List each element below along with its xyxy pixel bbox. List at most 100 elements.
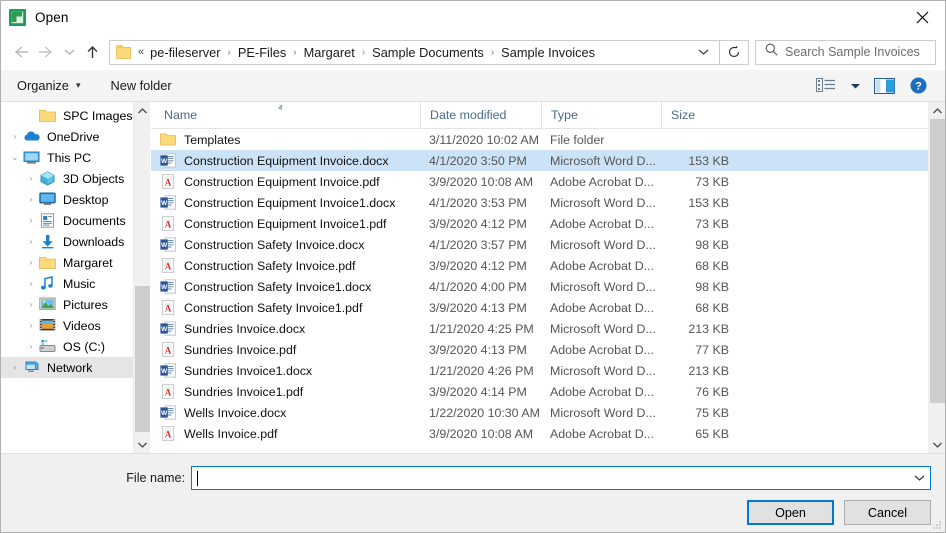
expander-expand-icon[interactable]: › (7, 363, 23, 372)
organize-button[interactable]: Organize ▾ (15, 74, 88, 97)
cancel-button[interactable]: Cancel (844, 500, 931, 525)
breadcrumb-item-2[interactable]: Margaret (303, 45, 356, 60)
table-row[interactable]: W Construction Equipment Invoice.docx 4/1/… (151, 150, 945, 171)
expander-expand-icon[interactable]: › (23, 174, 39, 183)
breadcrumb-item-0[interactable]: pe-fileserver (149, 45, 221, 60)
word-icon: W (160, 236, 176, 253)
scroll-up-icon[interactable] (929, 102, 946, 119)
table-row[interactable]: W Sundries Invoice1.docx 1/21/2020 4:26 PM… (151, 360, 945, 381)
table-row[interactable]: A Sundries Invoice.pdf 3/9/2020 4:13 PM Ado… (151, 339, 945, 360)
navigation-scrollbar[interactable] (133, 102, 150, 453)
file-list-scroll-thumb[interactable] (930, 119, 945, 403)
documents-icon (39, 212, 56, 229)
expander-expand-icon[interactable]: › (23, 237, 39, 246)
new-folder-label: New folder (110, 78, 172, 93)
recent-locations-chevron-down-icon[interactable] (59, 38, 79, 66)
footer-buttons: Open Cancel (1, 490, 945, 525)
table-row[interactable]: Templates 3/11/2020 10:02 AM File folder (151, 129, 945, 150)
sidebar-item-label: This PC (47, 150, 92, 165)
column-header-label: Date modified (430, 108, 507, 122)
sidebar-item-label: Videos (63, 318, 101, 333)
table-row[interactable]: W Wells Invoice.docx 1/22/2020 10:30 AM Mic… (151, 402, 945, 423)
breadcrumb[interactable]: « pe-fileserver › PE-Files › Margaret › … (109, 39, 720, 65)
breadcrumb-overflow[interactable]: « (138, 46, 144, 58)
filename-chevron-down-icon[interactable] (908, 467, 930, 489)
refresh-icon[interactable] (720, 39, 749, 65)
expander-expand-icon[interactable]: › (23, 258, 39, 267)
table-row[interactable]: A Construction Safety Invoice1.pdf 3/9/202… (151, 297, 945, 318)
scroll-down-icon[interactable] (134, 436, 150, 453)
expander-expand-icon[interactable]: › (23, 279, 39, 288)
title-bar: Open (1, 1, 945, 34)
table-row[interactable]: A Construction Safety Invoice.pdf 3/9/2020… (151, 255, 945, 276)
sidebar-item-this-pc[interactable]: ⌄ This PC (1, 147, 150, 168)
breadcrumb-chevron-down-icon[interactable] (688, 48, 719, 56)
expander-expand-icon[interactable]: › (23, 195, 39, 204)
preview-pane-icon[interactable] (867, 73, 901, 99)
expander-expand-icon[interactable]: › (7, 132, 23, 141)
filename-field[interactable] (191, 466, 931, 490)
sidebar-item-label: Music (63, 276, 96, 291)
help-icon[interactable]: ? (901, 73, 935, 99)
table-row[interactable]: A Construction Equipment Invoice.pdf 3/9/2… (151, 171, 945, 192)
expander-expand-icon[interactable]: › (23, 300, 39, 309)
navigation-scroll-thumb[interactable] (135, 286, 150, 432)
table-row[interactable]: A Wells Invoice.pdf 3/9/2020 10:08 AM Adobe… (151, 423, 945, 444)
expander-expand-icon[interactable]: › (23, 342, 39, 351)
search-box[interactable] (755, 39, 936, 65)
table-row[interactable]: W Construction Safety Invoice.docx 4/1/202… (151, 234, 945, 255)
file-name-cell: W Sundries Invoice.docx (155, 320, 420, 337)
sidebar-item-margaret[interactable]: › Margaret (1, 252, 150, 273)
sidebar-item-desktop[interactable]: › Desktop (1, 189, 150, 210)
file-name-cell: W Wells Invoice.docx (155, 404, 420, 421)
table-row[interactable]: W Sundries Invoice.docx 1/21/2020 4:25 PM M… (151, 318, 945, 339)
view-layout-icon[interactable] (809, 73, 843, 99)
svg-text:A: A (165, 429, 172, 439)
breadcrumb-item-1[interactable]: PE-Files (237, 45, 287, 60)
view-chevron-down-icon[interactable] (843, 73, 867, 99)
table-row[interactable]: W Construction Equipment Invoice1.docx 4/1… (151, 192, 945, 213)
table-row[interactable]: A Construction Equipment Invoice1.pdf 3/9/… (151, 213, 945, 234)
new-folder-button[interactable]: New folder (88, 74, 179, 97)
file-name-label: Construction Safety Invoice1.pdf (184, 300, 363, 315)
sidebar-item-network[interactable]: › Network (1, 357, 150, 378)
column-header-name[interactable]: ⱏ Name (155, 102, 420, 129)
open-button[interactable]: Open (747, 500, 834, 525)
sidebar-item-3d-objects[interactable]: › 3D Objects (1, 168, 150, 189)
file-list-scrollbar[interactable] (928, 102, 945, 453)
word-icon: W (160, 404, 176, 421)
breadcrumb-item-3[interactable]: Sample Documents (371, 45, 485, 60)
table-row[interactable]: A Sundries Invoice1.pdf 3/9/2020 4:14 PM Ad… (151, 381, 945, 402)
search-input[interactable] (785, 45, 935, 59)
close-icon[interactable] (899, 1, 945, 34)
scroll-down-icon[interactable] (929, 436, 946, 453)
sidebar-item-os-c[interactable]: › OS (C:) (1, 336, 150, 357)
sidebar-item-videos[interactable]: › Videos (1, 315, 150, 336)
expander-collapse-icon[interactable]: ⌄ (7, 153, 23, 162)
file-type-cell: Adobe Acrobat D... (550, 174, 655, 189)
expander-expand-icon[interactable]: › (23, 321, 39, 330)
scroll-up-icon[interactable] (134, 102, 150, 119)
pdf-icon: A (160, 341, 176, 358)
arrow-up-icon[interactable] (79, 38, 105, 66)
svg-text:A: A (165, 345, 172, 355)
sidebar-item-onedrive[interactable]: › OneDrive (1, 126, 150, 147)
sidebar-item-music[interactable]: › Music (1, 273, 150, 294)
arrow-right-icon[interactable] (33, 38, 59, 66)
resize-grip-icon[interactable] (932, 520, 942, 530)
filename-input[interactable] (197, 471, 908, 485)
sidebar-item-downloads[interactable]: › Downloads (1, 231, 150, 252)
svg-text:W: W (161, 284, 168, 291)
column-header-type[interactable]: Type (541, 101, 661, 129)
table-row[interactable]: W Construction Safety Invoice1.docx 4/1/20… (151, 276, 945, 297)
sidebar-item-documents[interactable]: › Documents (1, 210, 150, 231)
sidebar-item-spc-images[interactable]: SPC Images (1, 105, 150, 126)
expander-expand-icon[interactable]: › (23, 216, 39, 225)
organize-label: Organize (17, 78, 69, 93)
arrow-left-icon[interactable] (7, 38, 33, 66)
column-header-size[interactable]: Size (661, 101, 740, 129)
sidebar-item-pictures[interactable]: › Pictures (1, 294, 150, 315)
file-type-cell: Adobe Acrobat D... (550, 216, 655, 231)
column-header-date-modified[interactable]: Date modified (420, 101, 541, 129)
breadcrumb-item-4[interactable]: Sample Invoices (500, 45, 596, 60)
